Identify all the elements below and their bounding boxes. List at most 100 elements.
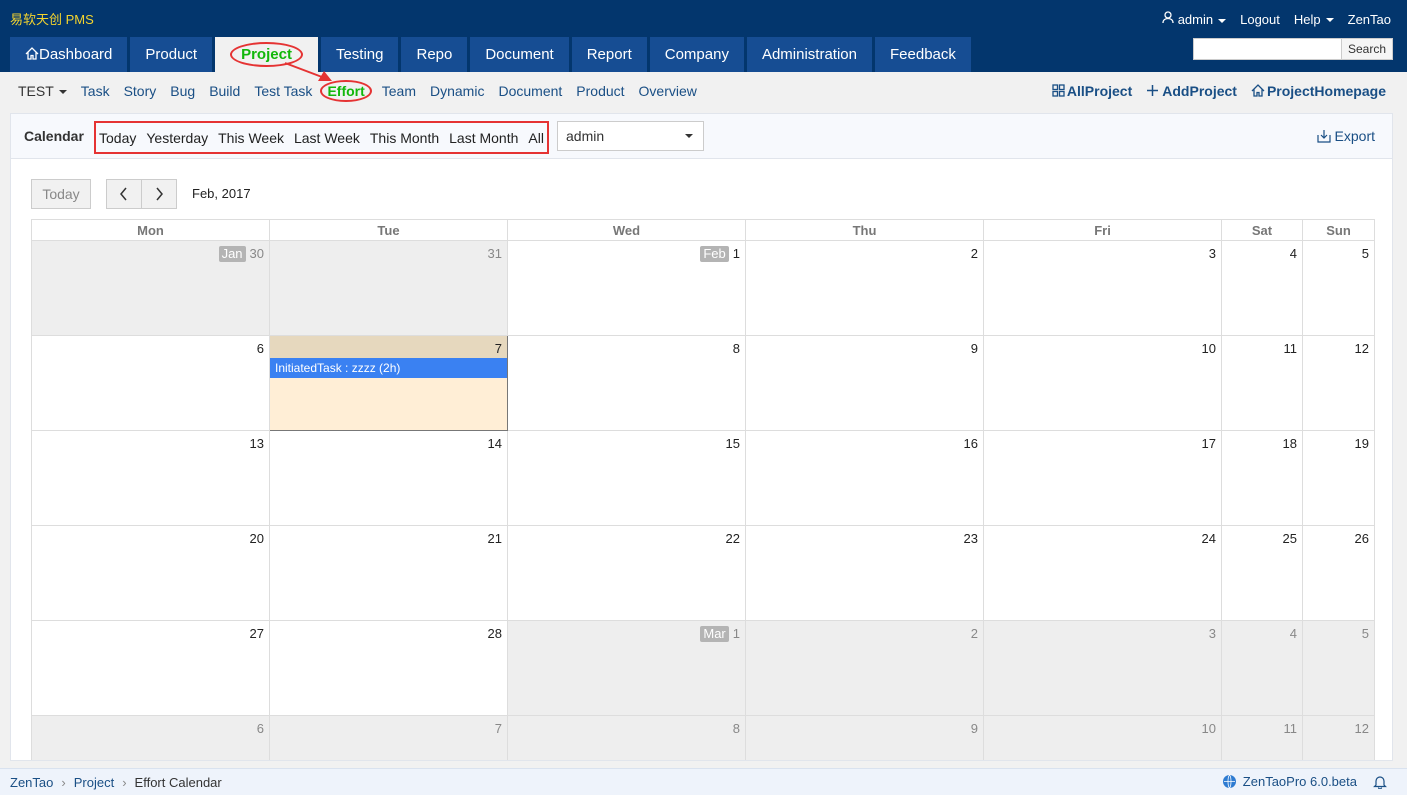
calendar-day-cell[interactable]: 2 <box>745 620 984 716</box>
calendar-day-cell[interactable]: 6 <box>31 335 270 431</box>
subnav-overview[interactable]: Overview <box>639 83 697 102</box>
calendar-day-cell[interactable]: 18 <box>1221 430 1303 526</box>
calendar-day-cell[interactable]: Mar 1 <box>507 620 746 716</box>
calendar-day-cell[interactable]: 25 <box>1221 525 1303 621</box>
export-button[interactable]: Export <box>1316 128 1375 144</box>
subnav-build[interactable]: Build <box>209 83 240 102</box>
filter-last-week[interactable]: Last Week <box>294 130 360 146</box>
tab-product[interactable]: Product <box>130 37 213 72</box>
day-number: 11 <box>1283 341 1298 356</box>
tab-dashboard[interactable]: Dashboard <box>10 37 128 72</box>
subnav-bug[interactable]: Bug <box>170 83 195 102</box>
day-header: 9 <box>746 336 983 358</box>
filter-this-week[interactable]: This Week <box>218 130 284 146</box>
next-month-button[interactable] <box>141 179 177 209</box>
project-switcher[interactable]: TEST <box>18 83 67 102</box>
calendar-day-cell[interactable]: 9 <box>745 335 984 431</box>
user-select[interactable]: admin <box>557 121 704 151</box>
calendar-today-button[interactable]: Today <box>31 179 91 209</box>
prev-month-button[interactable] <box>106 179 142 209</box>
calendar-day-cell[interactable]: 22 <box>507 525 746 621</box>
add-project-link[interactable]: AddProject <box>1146 83 1237 99</box>
calendar-day-cell[interactable]: 15 <box>507 430 746 526</box>
calendar-day-cell[interactable]: 21 <box>269 525 508 621</box>
calendar-day-cell[interactable]: Feb 1 <box>507 240 746 336</box>
calendar-day-cell[interactable]: 6 <box>31 715 270 760</box>
calendar-day-cell[interactable]: 23 <box>745 525 984 621</box>
tab-document[interactable]: Document <box>470 37 569 72</box>
day-number: 19 <box>1354 436 1369 451</box>
calendar-day-cell[interactable]: 10 <box>983 715 1222 760</box>
calendar-day-cell[interactable]: 27 <box>31 620 270 716</box>
calendar-day-cell[interactable]: 13 <box>31 430 270 526</box>
calendar-day-cell[interactable]: 24 <box>983 525 1222 621</box>
tab-testing[interactable]: Testing <box>320 37 399 72</box>
calendar-day-cell[interactable]: 7 <box>269 715 508 760</box>
filter-this-month[interactable]: This Month <box>370 130 439 146</box>
calendar-day-cell[interactable]: 17 <box>983 430 1222 526</box>
calendar-day-cell[interactable]: 8 <box>507 335 746 431</box>
calendar-day-cell[interactable]: 2 <box>745 240 984 336</box>
subnav-product[interactable]: Product <box>576 83 624 102</box>
tab-administration[interactable]: Administration <box>746 37 872 72</box>
calendar-day-cell[interactable]: 3 <box>983 240 1222 336</box>
tab-feedback[interactable]: Feedback <box>875 37 971 72</box>
calendar-panel: Today Feb, 2017 Mon Tue Wed Thu Fri Sat … <box>10 159 1393 761</box>
calendar-day-cell[interactable]: 5 <box>1302 620 1375 716</box>
project-homepage-link[interactable]: ProjectHomepage <box>1251 83 1386 99</box>
filter-bar: Calendar Today Yesterday This Week Last … <box>10 113 1393 159</box>
subnav-story[interactable]: Story <box>124 83 157 102</box>
calendar-day-cell[interactable]: 4 <box>1221 240 1303 336</box>
calendar-day-cell[interactable]: 11 <box>1221 335 1303 431</box>
tab-company[interactable]: Company <box>649 37 744 72</box>
subnav-task[interactable]: Task <box>81 83 110 102</box>
calendar-day-cell[interactable]: 12 <box>1302 335 1375 431</box>
filter-yesterday[interactable]: Yesterday <box>146 130 208 146</box>
day-header: 20 <box>32 526 269 548</box>
search-button[interactable]: Search <box>1341 38 1393 60</box>
calendar-event[interactable]: InitiatedTask : zzzz (2h) <box>270 358 507 378</box>
breadcrumb-zentao[interactable]: ZenTao <box>10 775 53 790</box>
day-number: 3 <box>1208 626 1216 641</box>
version-link[interactable]: ZenTaoPro 6.0.beta <box>1243 774 1357 789</box>
calendar-day-cell[interactable]: 16 <box>745 430 984 526</box>
brand-link[interactable]: ZenTao <box>1348 12 1391 27</box>
weekday-header: Fri <box>983 219 1222 241</box>
calendar-day-cell[interactable]: 10 <box>983 335 1222 431</box>
calendar-day-cell[interactable]: 28 <box>269 620 508 716</box>
day-header: 16 <box>746 431 983 453</box>
filter-last-month[interactable]: Last Month <box>449 130 518 146</box>
calendar-day-cell[interactable]: 8 <box>507 715 746 760</box>
calendar-day-cell[interactable]: 19 <box>1302 430 1375 526</box>
calendar-day-cell[interactable]: 31 <box>269 240 508 336</box>
tab-repo[interactable]: Repo <box>401 37 468 72</box>
calendar-day-cell[interactable]: 14 <box>269 430 508 526</box>
bell-icon[interactable] <box>1373 774 1387 789</box>
search-input[interactable] <box>1193 38 1342 60</box>
calendar-day-cell[interactable]: 26 <box>1302 525 1375 621</box>
calendar-day-cell[interactable]: 12 <box>1302 715 1375 760</box>
calendar-day-cell[interactable]: 11 <box>1221 715 1303 760</box>
user-menu[interactable]: admin <box>1162 11 1227 27</box>
subnav-document[interactable]: Document <box>498 83 562 102</box>
calendar-day-cell[interactable]: 3 <box>983 620 1222 716</box>
filter-today[interactable]: Today <box>99 130 136 146</box>
breadcrumb-project[interactable]: Project <box>74 775 114 790</box>
logout-link[interactable]: Logout <box>1240 12 1280 27</box>
project-homepage-label: ProjectHomepage <box>1266 83 1386 99</box>
calendar-day-cell[interactable]: 4 <box>1221 620 1303 716</box>
tab-project[interactable]: Project <box>215 37 318 72</box>
subnav-team[interactable]: Team <box>382 83 416 102</box>
calendar-day-cell[interactable]: 7 InitiatedTask : zzzz (2h) <box>269 335 508 431</box>
all-project-link[interactable]: AllProject <box>1052 83 1132 99</box>
calendar-day-cell[interactable]: Jan 30 <box>31 240 270 336</box>
calendar-day-cell[interactable]: 20 <box>31 525 270 621</box>
subnav-test-task[interactable]: Test Task <box>254 83 312 102</box>
subnav-effort[interactable]: Effort <box>320 80 372 102</box>
help-menu[interactable]: Help <box>1294 12 1334 27</box>
subnav-dynamic[interactable]: Dynamic <box>430 83 484 102</box>
tab-report[interactable]: Report <box>571 37 647 72</box>
filter-all[interactable]: All <box>528 130 544 146</box>
calendar-day-cell[interactable]: 9 <box>745 715 984 760</box>
calendar-day-cell[interactable]: 5 <box>1302 240 1375 336</box>
